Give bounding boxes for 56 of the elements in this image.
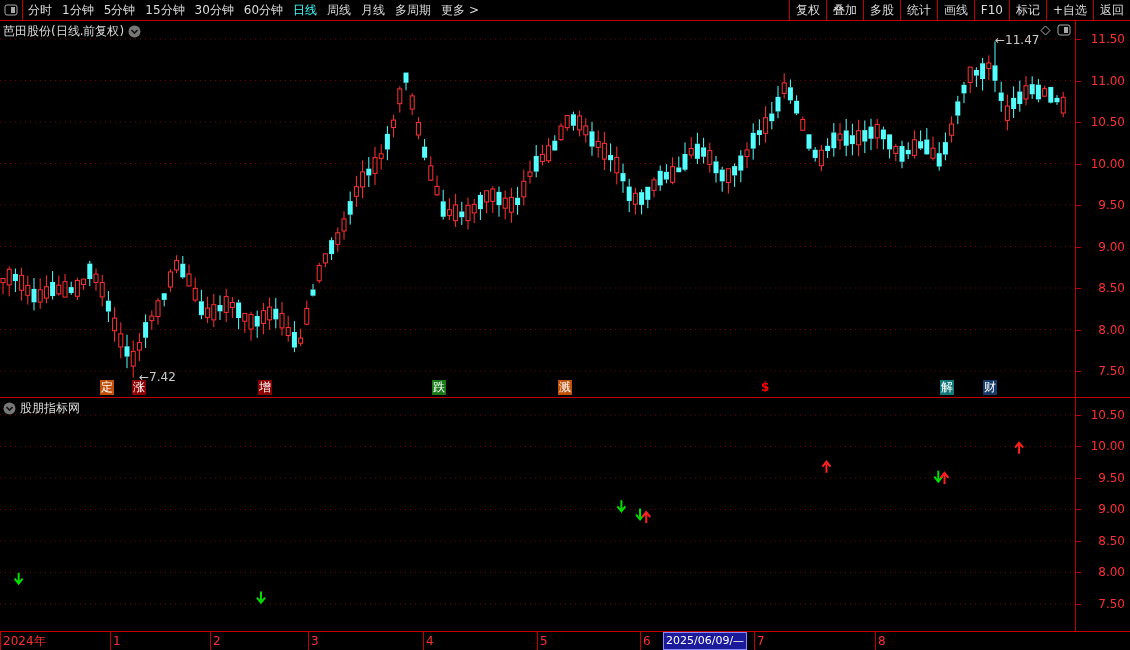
period-tab[interactable]: 更多 > bbox=[436, 0, 484, 20]
indicator-tick-label: 9.50 bbox=[1097, 470, 1126, 485]
date-label: 2024年 bbox=[0, 632, 46, 650]
date-label: 5 bbox=[537, 632, 548, 650]
toolbar-button[interactable]: 多股 bbox=[862, 0, 900, 20]
toolbar-button[interactable]: 叠加 bbox=[825, 0, 863, 20]
price-tick-label: 11.00 bbox=[1089, 73, 1126, 88]
date-label: 7 bbox=[754, 632, 765, 650]
event-marker[interactable]: 解 bbox=[940, 380, 954, 395]
toolbar-button[interactable]: 返回 bbox=[1093, 0, 1130, 20]
high-price-label: ←11.47 bbox=[995, 33, 1040, 48]
period-tab[interactable]: 15分钟 bbox=[140, 0, 190, 20]
indicator-title: 股朋指标网 bbox=[20, 400, 80, 417]
date-label: 4 bbox=[423, 632, 434, 650]
indicator-tick-label: 10.50 bbox=[1089, 408, 1126, 422]
toolbar-button[interactable]: 画线 bbox=[936, 0, 974, 20]
price-tick-label: 10.50 bbox=[1089, 115, 1126, 129]
date-label: 8 bbox=[875, 632, 886, 650]
toolbar-button[interactable]: 标记 bbox=[1008, 0, 1046, 20]
period-tab[interactable]: 日线 bbox=[288, 0, 323, 20]
period-tab[interactable]: 60分钟 bbox=[238, 0, 289, 20]
price-tick-label: 7.50 bbox=[1097, 364, 1126, 378]
event-marker[interactable]: $ bbox=[760, 380, 771, 395]
price-tick-label: 8.00 bbox=[1097, 322, 1126, 337]
event-marker[interactable]: 增 bbox=[258, 380, 272, 395]
period-tab[interactable]: 1分钟 bbox=[57, 0, 99, 20]
period-tab[interactable]: 30分钟 bbox=[189, 0, 239, 20]
indicator-tick-label: 9.00 bbox=[1097, 502, 1126, 517]
price-tick-label: 10.00 bbox=[1089, 156, 1126, 171]
indicator-tick-label: 8.50 bbox=[1097, 533, 1126, 548]
toolbar-button[interactable]: F10 bbox=[973, 0, 1009, 20]
date-label: 3 bbox=[308, 632, 319, 650]
event-marker[interactable]: 定 bbox=[100, 380, 114, 395]
indicator-tick-label: 8.00 bbox=[1097, 565, 1126, 580]
event-marker[interactable]: 溅 bbox=[558, 380, 572, 395]
period-tab[interactable]: 月线 bbox=[356, 0, 391, 20]
date-label: 2 bbox=[210, 632, 221, 650]
toolbar-button[interactable]: +自选 bbox=[1045, 0, 1093, 20]
price-tick-label: 9.00 bbox=[1097, 239, 1126, 254]
period-tab[interactable]: 分时 bbox=[23, 0, 57, 20]
period-tab[interactable]: 周线 bbox=[322, 0, 357, 20]
indicator-tick-label: 10.00 bbox=[1089, 439, 1126, 454]
indicator-tick-label: 7.50 bbox=[1097, 596, 1126, 611]
date-label: 2025/06/09/— bbox=[663, 632, 748, 650]
event-marker[interactable]: 跌 bbox=[432, 380, 446, 395]
period-tab[interactable]: 5分钟 bbox=[98, 0, 141, 20]
date-label: 6 bbox=[640, 632, 651, 650]
price-tick-label: 9.50 bbox=[1097, 198, 1126, 212]
price-tick-label: 11.50 bbox=[1089, 32, 1126, 46]
date-label: 1 bbox=[110, 632, 121, 650]
price-tick-label: 8.50 bbox=[1097, 281, 1126, 295]
chart-title: 芭田股份(日线.前复权) bbox=[3, 23, 125, 40]
toolbar-button[interactable]: 统计 bbox=[899, 0, 937, 20]
event-marker[interactable]: 财 bbox=[983, 380, 997, 395]
toolbar-button[interactable]: 复权 bbox=[788, 0, 826, 20]
period-tab[interactable]: 多周期 bbox=[390, 0, 437, 20]
